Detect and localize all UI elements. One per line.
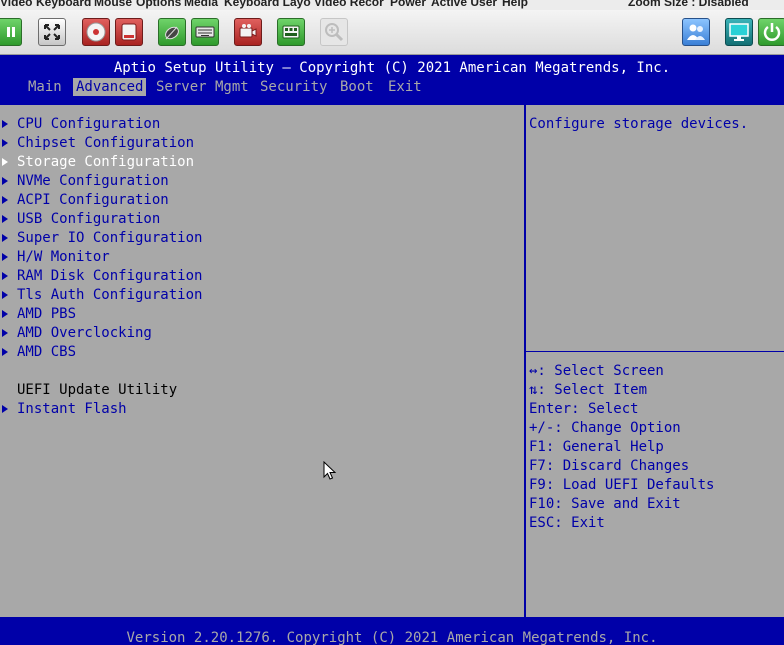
- menu-media[interactable]: Media: [184, 0, 218, 9]
- zoom-icon: [325, 23, 344, 42]
- cd-media-button[interactable]: [82, 18, 110, 46]
- mouse-button[interactable]: [158, 18, 186, 46]
- menu-storage-configuration[interactable]: Storage Configuration: [0, 153, 500, 172]
- macro-icon: [282, 25, 300, 39]
- menu-tls-auth-configuration[interactable]: Tls Auth Configuration: [0, 286, 500, 305]
- menu-nvme-configuration[interactable]: NVMe Configuration: [0, 172, 500, 191]
- key-help-general-help: F1: General Help: [529, 439, 664, 455]
- macro-button[interactable]: [277, 18, 305, 46]
- tab-advanced[interactable]: Advanced: [73, 78, 147, 96]
- key-help-save-exit: F10: Save and Exit: [529, 496, 681, 512]
- submenu-arrow-icon: [2, 215, 8, 223]
- power-button[interactable]: [758, 18, 784, 46]
- item-help-text: Configure storage devices.: [529, 116, 749, 132]
- menu-acpi-configuration[interactable]: ACPI Configuration: [0, 191, 500, 210]
- submenu-arrow-icon: [2, 405, 8, 413]
- menu-amd-pbs[interactable]: AMD PBS: [0, 305, 500, 324]
- user-icon: [687, 24, 705, 40]
- bios-footer: Version 2.20.1276. Copyright (C) 2021 Am…: [126, 630, 658, 645]
- tab-main[interactable]: Main: [25, 78, 65, 96]
- menu-chipset-configuration[interactable]: Chipset Configuration: [0, 134, 500, 153]
- section-uefi-update-utility: UEFI Update Utility: [17, 382, 178, 398]
- menu-amd-overclocking[interactable]: AMD Overclocking: [0, 324, 500, 343]
- disk-media-icon: [121, 23, 137, 41]
- menu-amd-cbs[interactable]: AMD CBS: [0, 343, 500, 362]
- menu-hw-monitor[interactable]: H/W Monitor: [0, 248, 500, 267]
- keyboard-icon: [195, 26, 215, 38]
- menu-keyboard[interactable]: Keyboard: [36, 0, 91, 9]
- fullscreen-button[interactable]: [38, 18, 66, 46]
- submenu-arrow-icon: [2, 329, 8, 337]
- submenu-arrow-icon: [2, 348, 8, 356]
- help-divider: [526, 351, 784, 352]
- tab-security[interactable]: Security: [257, 78, 330, 96]
- menu-power[interactable]: Power: [390, 0, 426, 9]
- keyboard-button[interactable]: [191, 18, 219, 46]
- bios-screen[interactable]: Aptio Setup Utility – Copyright (C) 2021…: [0, 55, 784, 645]
- key-help-change-option: +/-: Change Option: [529, 420, 681, 436]
- submenu-arrow-icon: [2, 120, 8, 128]
- power-icon: [763, 23, 781, 41]
- key-help-load-defaults: F9: Load UEFI Defaults: [529, 477, 715, 493]
- menu-cpu-configuration[interactable]: CPU Configuration: [0, 115, 500, 134]
- submenu-arrow-icon: [2, 291, 8, 299]
- viewer-menubar: Video Keyboard Mouse Options Media Keybo…: [0, 0, 784, 10]
- display-button[interactable]: [725, 18, 753, 46]
- menu-mouse[interactable]: Mouse: [94, 0, 132, 9]
- submenu-arrow-icon: [2, 139, 8, 147]
- disk-media-button[interactable]: [115, 18, 143, 46]
- video-record-icon: [239, 24, 257, 38]
- mouse-pointer-icon: [323, 461, 337, 480]
- zoom-button[interactable]: [320, 18, 348, 46]
- submenu-arrow-icon: [2, 196, 8, 204]
- menu-ram-disk-configuration[interactable]: RAM Disk Configuration: [0, 267, 500, 286]
- menu-video-record[interactable]: Video Recor: [314, 0, 384, 9]
- menu-options[interactable]: Options: [136, 0, 181, 9]
- menu-keyboard-layout[interactable]: Keyboard Layo: [224, 0, 311, 9]
- pause-button[interactable]: [0, 18, 22, 46]
- tab-server-mgmt[interactable]: Server Mgmt: [153, 78, 252, 96]
- bios-content: CPU Configuration Chipset Configuration …: [0, 105, 784, 617]
- advanced-menu-list: CPU Configuration Chipset Configuration …: [0, 105, 524, 617]
- menu-super-io-configuration[interactable]: Super IO Configuration: [0, 229, 500, 248]
- submenu-arrow-icon: [2, 158, 8, 166]
- kvm-viewer-window: Video Keyboard Mouse Options Media Keybo…: [0, 0, 784, 645]
- menu-help[interactable]: Help: [502, 0, 528, 9]
- key-help-select-screen: ↔: Select Screen: [529, 363, 664, 379]
- cd-media-icon: [86, 22, 106, 42]
- tab-exit[interactable]: Exit: [385, 78, 425, 96]
- bios-title: Aptio Setup Utility – Copyright (C) 2021…: [113, 60, 671, 76]
- submenu-arrow-icon: [2, 272, 8, 280]
- display-icon: [729, 23, 749, 41]
- key-help-enter: Enter: Select: [529, 401, 639, 417]
- fullscreen-icon: [44, 24, 60, 40]
- pane-divider: [524, 105, 526, 617]
- submenu-arrow-icon: [2, 253, 8, 261]
- submenu-arrow-icon: [2, 177, 8, 185]
- menu-instant-flash[interactable]: Instant Flash: [0, 400, 500, 419]
- submenu-arrow-icon: [2, 310, 8, 318]
- menu-active-user[interactable]: Active User: [431, 0, 497, 9]
- key-help-exit: ESC: Exit: [529, 515, 605, 531]
- zoom-status: Zoom Size : Disabled: [628, 0, 749, 9]
- viewer-toolbar: [0, 10, 784, 55]
- key-help-discard-changes: F7: Discard Changes: [529, 458, 690, 474]
- menu-usb-configuration[interactable]: USB Configuration: [0, 210, 500, 229]
- key-help-select-item: ⇅: Select Item: [529, 382, 648, 398]
- pause-icon: [7, 27, 15, 37]
- tab-boot[interactable]: Boot: [337, 78, 377, 96]
- user-button[interactable]: [682, 18, 710, 46]
- menu-video[interactable]: Video: [0, 0, 32, 9]
- video-record-button[interactable]: [234, 18, 262, 46]
- mouse-icon: [165, 26, 179, 40]
- submenu-arrow-icon: [2, 234, 8, 242]
